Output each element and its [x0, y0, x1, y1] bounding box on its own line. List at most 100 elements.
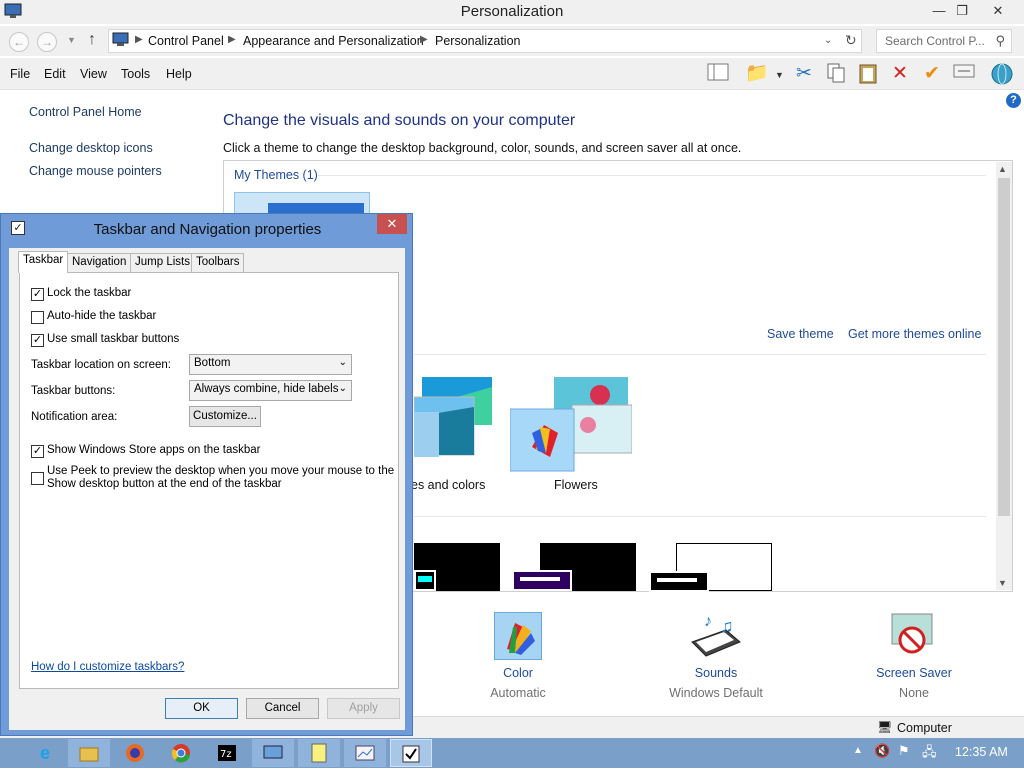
menu-view[interactable]: View [80, 67, 107, 81]
theme-high-contrast-white-thumbnail[interactable] [649, 543, 772, 592]
theme-high-contrast-2-thumbnail[interactable] [512, 543, 636, 591]
help-customize-link[interactable]: How do I customize taskbars? [31, 661, 184, 673]
action-center-icon[interactable]: ⚑ [898, 743, 910, 759]
theme-flowers-label[interactable]: Flowers [554, 478, 598, 492]
notepad-taskbar-icon[interactable] [298, 739, 340, 767]
address-dropdown-icon[interactable]: ⌄ [824, 35, 832, 46]
notification-label: Notification area: [31, 411, 118, 423]
copy-icon[interactable] [824, 62, 848, 86]
chrome-icon[interactable] [160, 739, 202, 767]
theme-high-contrast-1-thumbnail[interactable] [414, 543, 500, 591]
small-buttons-checkbox[interactable]: ✓ [31, 334, 44, 347]
screen-saver-link[interactable]: Screen Saver [864, 666, 964, 680]
search-input[interactable]: Search Control P... ⚲ [876, 29, 1012, 53]
svg-text:♫: ♫ [720, 616, 734, 636]
color-palette-icon[interactable] [494, 612, 542, 660]
group-divider [414, 354, 986, 355]
apply-button[interactable]: Apply [327, 698, 400, 719]
up-arrow-icon[interactable]: ↑ [88, 31, 96, 49]
group-divider [414, 516, 986, 517]
menu-file[interactable]: File [10, 67, 30, 81]
internet-explorer-icon[interactable]: e [24, 739, 66, 767]
chevron-down-icon: ⌄ [338, 357, 347, 368]
store-apps-checkbox[interactable]: ✓ [31, 445, 44, 458]
location-value: Bottom [194, 357, 231, 369]
firefox-icon[interactable] [114, 739, 156, 767]
volume-muted-icon[interactable]: 🔇 [874, 743, 890, 759]
control-panel-taskbar-icon[interactable] [252, 739, 294, 767]
help-icon[interactable]: ? [1006, 93, 1021, 108]
taskbar-buttons-select[interactable]: Always combine, hide labels ⌄ [189, 380, 352, 401]
taskbar-buttons-value: Always combine, hide labels [194, 383, 339, 395]
menu-help[interactable]: Help [166, 67, 192, 81]
change-mouse-pointers-link[interactable]: Change mouse pointers [29, 164, 162, 178]
maximize-button[interactable]: ❐ [947, 0, 977, 22]
7zip-icon[interactable]: 7z [206, 739, 248, 767]
peek-label-line1[interactable]: Use Peek to preview the desktop when you… [47, 465, 394, 477]
checkmark-icon[interactable]: ✔ [920, 62, 944, 86]
sounds-icon[interactable]: ♪ ♫ [690, 612, 742, 660]
theme-unsaved-thumbnail[interactable] [234, 192, 370, 215]
sounds-link[interactable]: Sounds [666, 666, 766, 680]
dialog-close-button[interactable]: ✕ [377, 214, 407, 234]
tab-toolbars[interactable]: Toolbars [191, 253, 245, 272]
theme-flowers-thumbnail[interactable] [509, 377, 633, 472]
taskbar-properties-taskbar-icon[interactable] [390, 739, 432, 767]
breadcrumb-separator: ▶ [135, 34, 143, 45]
network-disconnected-icon[interactable]: 🖧 [922, 743, 937, 765]
lock-taskbar-checkbox[interactable]: ✓ [31, 288, 44, 301]
recent-pages-chevron-icon[interactable]: ▼ [67, 35, 76, 45]
folder-options-icon[interactable]: 📁 [745, 62, 769, 86]
layout-pane-icon[interactable] [706, 62, 730, 86]
menu-edit[interactable]: Edit [44, 67, 66, 81]
peek-checkbox[interactable] [31, 472, 44, 485]
store-apps-label[interactable]: Show Windows Store apps on the taskbar [47, 444, 261, 456]
screen-saver-icon[interactable] [888, 610, 938, 660]
globe-icon[interactable] [990, 62, 1014, 86]
lock-taskbar-label[interactable]: Lock the taskbar [47, 287, 131, 299]
get-more-themes-link[interactable]: Get more themes online [848, 327, 981, 341]
auto-hide-label[interactable]: Auto-hide the taskbar [47, 310, 156, 322]
file-explorer-icon[interactable] [68, 739, 110, 767]
delete-icon[interactable]: ✕ [888, 62, 912, 86]
menu-tools[interactable]: Tools [121, 67, 150, 81]
properties-icon[interactable] [952, 62, 976, 86]
show-hidden-icons-icon[interactable]: ▲ [853, 745, 863, 756]
cut-icon[interactable]: ✂ [792, 62, 816, 86]
breadcrumb-control-panel[interactable]: Control Panel [148, 34, 224, 48]
paste-icon[interactable] [856, 62, 880, 86]
tab-jump-lists[interactable]: Jump Lists [130, 253, 195, 272]
breadcrumb-personalization[interactable]: Personalization [435, 34, 520, 48]
back-arrow-icon[interactable]: ← [9, 32, 29, 52]
color-link[interactable]: Color [468, 666, 568, 680]
small-buttons-label[interactable]: Use small taskbar buttons [47, 333, 179, 345]
search-icon[interactable]: ⚲ [995, 33, 1005, 49]
scroll-up-icon[interactable]: ▲ [998, 164, 1007, 174]
folder-options-dropdown-icon[interactable]: ▼ [775, 70, 784, 80]
taskbar-properties-dialog: ✓ Taskbar and Navigation properties ✕ Ta… [0, 213, 413, 736]
taskbar-tab-panel: ✓ Lock the taskbar Auto-hide the taskbar… [19, 272, 399, 689]
ok-button[interactable]: OK [165, 698, 238, 719]
theme-lines-colors-label[interactable]: es and colors [411, 478, 485, 492]
close-button[interactable]: ✕ [983, 0, 1013, 22]
change-desktop-icons-link[interactable]: Change desktop icons [29, 141, 153, 155]
theme-lines-colors-thumbnail[interactable] [413, 377, 492, 470]
forward-arrow-icon[interactable]: → [37, 32, 57, 52]
refresh-icon[interactable]: ↻ [845, 32, 857, 49]
clock[interactable]: 12:35 AM [955, 745, 1008, 759]
tab-navigation[interactable]: Navigation [67, 253, 132, 272]
search-placeholder: Search Control P... [885, 34, 985, 48]
auto-hide-checkbox[interactable] [31, 311, 44, 324]
themes-scroll-thumb[interactable] [998, 178, 1010, 516]
tab-taskbar[interactable]: Taskbar [18, 251, 69, 273]
cancel-button[interactable]: Cancel [246, 698, 319, 719]
scroll-down-icon[interactable]: ▼ [998, 578, 1007, 588]
breadcrumb-appearance[interactable]: Appearance and Personalization [243, 34, 424, 48]
control-panel-home-link[interactable]: Control Panel Home [29, 105, 142, 119]
peek-label-line2[interactable]: Show desktop button at the end of the ta… [47, 478, 282, 490]
paint-taskbar-icon[interactable] [344, 739, 386, 767]
save-theme-link[interactable]: Save theme [767, 327, 834, 341]
customize-button[interactable]: Customize... [189, 406, 261, 427]
location-select[interactable]: Bottom ⌄ [189, 354, 352, 375]
location-label: Taskbar location on screen: [31, 359, 171, 371]
